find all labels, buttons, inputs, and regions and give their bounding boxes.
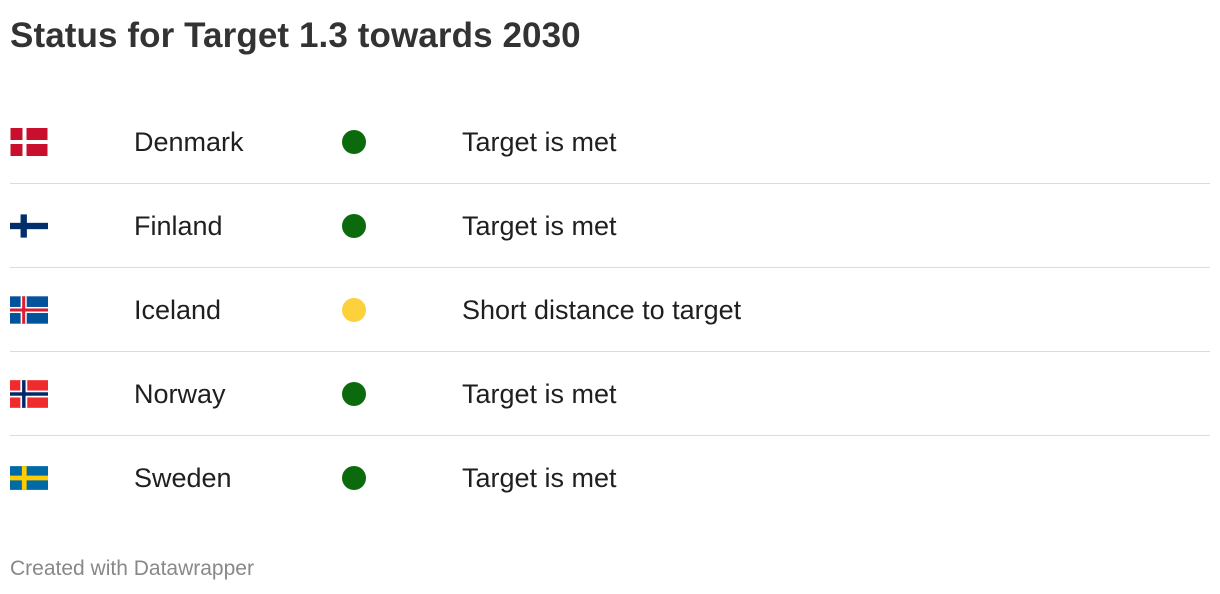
country-name: Sweden	[134, 462, 232, 493]
status-indicator	[342, 184, 366, 268]
country-name: Finland	[134, 210, 223, 241]
norway-flag-icon	[10, 380, 48, 408]
status-table: Denmark Target is met Finland Target is …	[10, 100, 1210, 520]
status-indicator	[342, 268, 366, 352]
table-row: Sweden Target is met	[10, 436, 1210, 520]
status-text: Target is met	[462, 462, 617, 493]
denmark-flag-icon	[10, 128, 48, 156]
table-row: Finland Target is met	[10, 184, 1210, 268]
chart-title: Status for Target 1.3 towards 2030	[10, 16, 581, 55]
status-text: Target is met	[462, 210, 617, 241]
attribution-footer: Created with Datawrapper	[10, 557, 254, 580]
flag-cell	[10, 268, 70, 352]
status-text: Short distance to target	[462, 294, 742, 325]
flag-cell	[10, 184, 70, 268]
country-name: Denmark	[134, 126, 244, 157]
table-row: Iceland Short distance to target	[10, 268, 1210, 352]
flag-cell	[10, 436, 70, 520]
status-dot	[342, 466, 366, 490]
country-name: Iceland	[134, 294, 222, 325]
flag-cell	[10, 100, 70, 184]
flag-cell	[10, 352, 70, 436]
status-dot	[342, 214, 366, 238]
iceland-flag-icon	[10, 296, 48, 324]
status-indicator	[342, 436, 366, 520]
table-row: Denmark Target is met	[10, 100, 1210, 184]
finland-flag-icon	[10, 214, 48, 238]
status-indicator	[342, 100, 366, 184]
status-dot	[342, 382, 366, 406]
table-row: Norway Target is met	[10, 352, 1210, 436]
status-dot	[342, 130, 366, 154]
status-text: Target is met	[462, 126, 617, 157]
sweden-flag-icon	[10, 466, 48, 490]
status-indicator	[342, 352, 366, 436]
country-name: Norway	[134, 378, 226, 409]
status-text: Target is met	[462, 378, 617, 409]
status-dot	[342, 298, 366, 322]
